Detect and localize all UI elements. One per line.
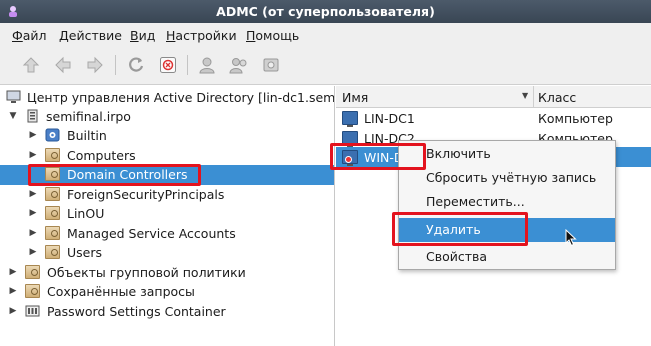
chevron-right-icon[interactable]: ▶ bbox=[28, 188, 38, 200]
menu-file[interactable]: Файл bbox=[12, 28, 47, 43]
builtin-icon bbox=[45, 128, 60, 142]
list-header: Имя ▼ Класс bbox=[336, 86, 651, 108]
folder-icon bbox=[25, 264, 40, 279]
chevron-right-icon[interactable] bbox=[28, 168, 38, 180]
back-arrow-icon[interactable] bbox=[50, 52, 76, 78]
tree-item-label: LinOU bbox=[67, 206, 105, 221]
computer-disabled-icon bbox=[342, 150, 358, 166]
tree-root[interactable]: Центр управления Active Directory [lin-d… bbox=[0, 88, 335, 108]
tree-item-managed-service-accounts[interactable]: ▶ Managed Service Accounts bbox=[0, 224, 334, 244]
folder-icon bbox=[25, 284, 40, 298]
computer-icon bbox=[6, 90, 21, 103]
list-row[interactable]: LIN-DC1 Компьютер bbox=[336, 108, 651, 128]
tree-item-label: Builtin bbox=[67, 128, 107, 143]
refresh-icon[interactable] bbox=[123, 52, 149, 78]
mouse-cursor-icon bbox=[565, 229, 577, 247]
row-name: LIN-DC1 bbox=[364, 111, 415, 126]
tree-item-label: ForeignSecurityPrincipals bbox=[67, 186, 225, 202]
toolbar-separator bbox=[187, 55, 188, 75]
chevron-right-icon[interactable]: ▶ bbox=[8, 305, 18, 317]
group-icon[interactable] bbox=[226, 52, 252, 78]
context-menu: Включить Сбросить учётную запись Перемес… bbox=[398, 140, 616, 270]
tree-item-foreign-security-principals[interactable]: ▶ ForeignSecurityPrincipals bbox=[0, 185, 334, 205]
user-icon[interactable] bbox=[194, 52, 220, 78]
tree-item-password-settings[interactable]: ▶ Password Settings Container bbox=[0, 302, 334, 322]
menu-item-reset-account[interactable]: Сбросить учётную запись bbox=[399, 166, 615, 190]
computer-icon bbox=[342, 131, 358, 147]
tree-domain-label: semifinal.irpo bbox=[46, 109, 131, 124]
window-title: ADMC (от суперпользователя) bbox=[216, 4, 435, 19]
menu-action[interactable]: Действие bbox=[59, 28, 122, 43]
folder-icon bbox=[45, 245, 60, 259]
computer-icon[interactable] bbox=[258, 52, 284, 78]
chevron-right-icon[interactable]: ▶ bbox=[28, 149, 38, 161]
tree-item-group-policy[interactable]: ▶ Объекты групповой политики bbox=[0, 263, 334, 283]
chevron-right-icon[interactable]: ▶ bbox=[28, 227, 38, 239]
title-bar: ADMC (от суперпользователя) bbox=[0, 0, 651, 23]
tree-item-linou[interactable]: ▶ LinOU bbox=[0, 204, 334, 224]
menu-bar: Файл Действие Вид Настройки Помощь bbox=[0, 23, 651, 47]
toolbar bbox=[0, 47, 651, 85]
tree-item-label: Computers bbox=[67, 147, 136, 163]
up-arrow-icon[interactable] bbox=[18, 52, 44, 78]
column-header-class[interactable]: Класс bbox=[538, 90, 576, 105]
menu-item-properties[interactable]: Свойства bbox=[399, 245, 615, 269]
tree-item-users[interactable]: ▶ Users bbox=[0, 243, 334, 263]
menu-view[interactable]: Вид bbox=[130, 28, 155, 43]
tree-pane[interactable]: Центр управления Active Directory [lin-d… bbox=[0, 86, 335, 346]
column-header-name[interactable]: Имя bbox=[342, 90, 368, 105]
chevron-down-icon[interactable]: ▼ bbox=[8, 110, 18, 122]
menu-item-delete[interactable]: Удалить bbox=[399, 218, 615, 242]
tree-item-builtin[interactable]: ▶ Builtin bbox=[0, 126, 334, 146]
folder-icon bbox=[45, 225, 60, 240]
tree-item-label: Сохранённые запросы bbox=[47, 284, 195, 299]
menu-help[interactable]: Помощь bbox=[246, 28, 299, 43]
tree-item-label: Users bbox=[67, 245, 103, 260]
folder-icon bbox=[45, 186, 60, 201]
chevron-right-icon[interactable]: ▶ bbox=[8, 266, 18, 278]
menu-item-enable[interactable]: Включить bbox=[399, 142, 615, 166]
menu-item-move[interactable]: Переместить... bbox=[399, 190, 615, 214]
filter-icon[interactable] bbox=[155, 52, 181, 78]
tree-domain[interactable]: ▼ semifinal.irpo bbox=[0, 107, 334, 127]
tree-root-label: Центр управления Active Directory [lin-d… bbox=[27, 90, 335, 105]
folder-icon bbox=[45, 206, 60, 220]
folder-icon bbox=[45, 147, 60, 162]
column-separator[interactable] bbox=[533, 86, 534, 108]
domain-icon bbox=[27, 109, 38, 123]
container-icon bbox=[25, 305, 40, 316]
tree-item-label: Managed Service Accounts bbox=[67, 225, 236, 241]
chevron-right-icon[interactable]: ▶ bbox=[28, 207, 38, 219]
tree-item-label: Domain Controllers bbox=[67, 167, 188, 182]
chevron-right-icon[interactable]: ▶ bbox=[28, 246, 38, 258]
tree-item-domain-controllers[interactable]: Domain Controllers bbox=[0, 165, 334, 185]
folder-icon bbox=[45, 167, 60, 181]
toolbar-separator bbox=[115, 55, 116, 75]
chevron-right-icon[interactable]: ▶ bbox=[28, 129, 38, 141]
tree-item-label: Password Settings Container bbox=[47, 303, 226, 319]
computer-icon bbox=[342, 111, 358, 127]
row-class: Компьютер bbox=[538, 111, 613, 126]
menu-settings[interactable]: Настройки bbox=[166, 28, 237, 43]
chevron-right-icon[interactable]: ▶ bbox=[8, 285, 18, 297]
tree-item-computers[interactable]: ▶ Computers bbox=[0, 146, 334, 166]
tree-item-label: Объекты групповой политики bbox=[47, 264, 246, 280]
forward-arrow-icon[interactable] bbox=[82, 52, 108, 78]
sort-indicator-icon[interactable]: ▼ bbox=[522, 91, 528, 100]
tree-item-saved-queries[interactable]: ▶ Сохранённые запросы bbox=[0, 282, 334, 302]
